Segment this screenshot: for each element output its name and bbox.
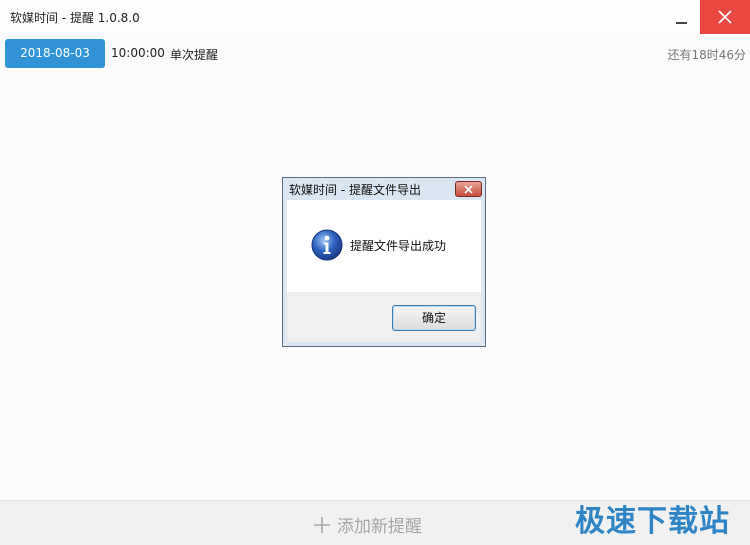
plus-icon (314, 516, 330, 533)
reminder-row[interactable]: 2018-08-03 10:00:00 单次提醒 还有18时46分 (0, 34, 750, 71)
reminder-type: 单次提醒 (170, 48, 219, 62)
dialog-body: 提醒文件导出成功 (287, 200, 481, 292)
minimize-button[interactable] (662, 0, 700, 34)
close-icon (464, 184, 473, 194)
close-icon (718, 10, 732, 24)
dialog-message: 提醒文件导出成功 (350, 239, 447, 253)
export-dialog: 软媒时间 - 提醒文件导出 提醒文件导出成功 确定 (282, 177, 486, 347)
reminder-time: 10:00:00 (111, 46, 165, 60)
add-reminder-label: 添加新提醒 (337, 517, 422, 537)
add-reminder-button[interactable]: 添加新提醒 (313, 512, 422, 537)
info-icon (311, 229, 343, 261)
reminder-remaining: 还有18时46分 (667, 48, 746, 62)
ok-button[interactable]: 确定 (392, 305, 476, 331)
dialog-title: 软媒时间 - 提醒文件导出 (289, 183, 421, 197)
title-bar: 软媒时间 - 提醒 1.0.8.0 (0, 0, 750, 34)
watermark-logo: 极速下载站 (575, 504, 730, 539)
minimize-icon (675, 22, 687, 24)
window-title: 软媒时间 - 提醒 1.0.8.0 (10, 11, 140, 25)
dialog-footer: 确定 (287, 292, 481, 342)
close-button[interactable] (700, 0, 750, 34)
dialog-close-button[interactable] (455, 181, 482, 197)
reminder-date: 2018-08-03 (5, 39, 105, 68)
